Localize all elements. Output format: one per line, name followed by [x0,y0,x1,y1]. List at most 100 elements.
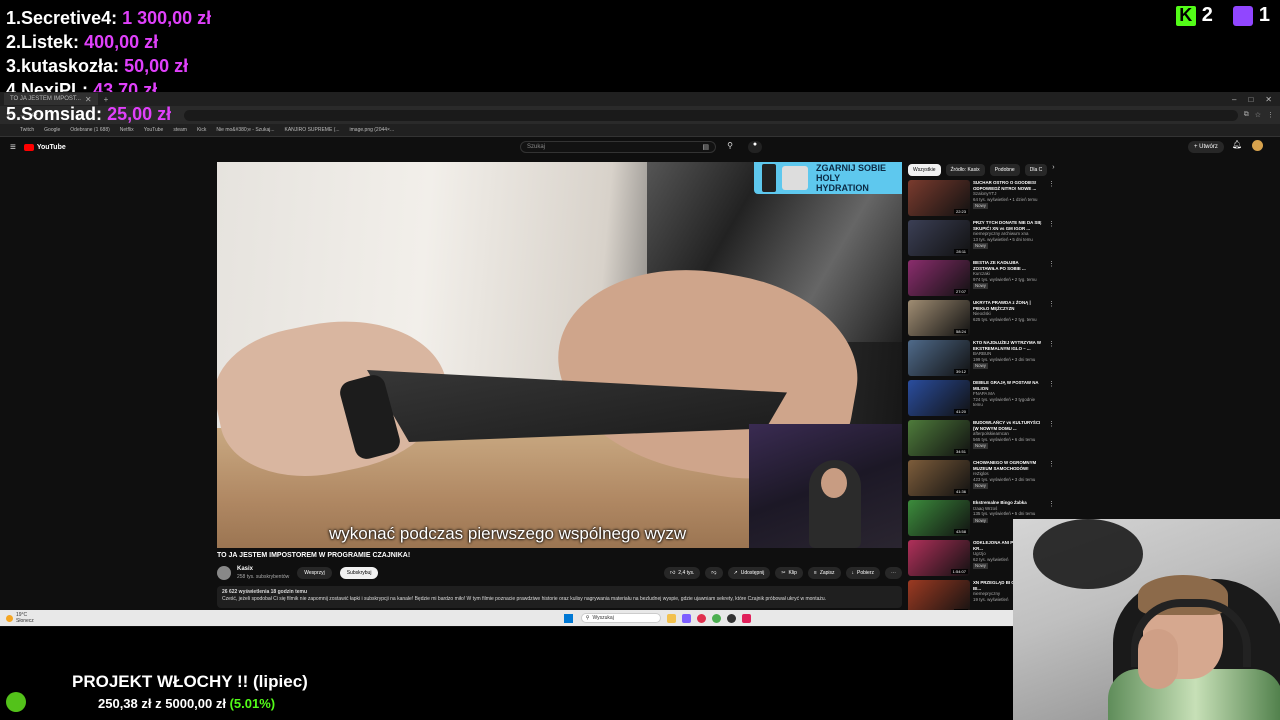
chip-all[interactable]: Wszystkie [908,164,941,176]
bookmark-item[interactable]: KANJIRO SUPREME (... [285,127,340,133]
avatar[interactable] [1252,140,1263,151]
chip-for-you[interactable]: Dla C [1024,164,1048,176]
recommendation-title[interactable]: BUDOWLAŃCY vs KULTURYŚCI (W NOWYM DOMU .… [973,420,1045,431]
recommendation-title[interactable]: BESTIA ZE KADŁUBA ZOSTAWIŁA PO SOBIE ... [973,260,1045,271]
share-button[interactable]: ↗ Udostępnij [727,567,771,579]
recommendation-item[interactable]: 41:36 CHOWANEGO W OGROMNYM MUZEUM SAMOCHO… [908,460,1058,497]
channel-avatar[interactable] [217,566,231,580]
recommendation-thumbnail[interactable]: 1:54:07 [908,540,970,576]
channel-name[interactable]: Kasix [237,565,289,573]
recommendation-thumbnail[interactable]: 41:36 [908,460,970,496]
extensions-icon[interactable]: ⧉ [1244,111,1249,119]
opera-icon[interactable] [696,613,706,623]
browser-app-icon[interactable] [681,613,691,623]
bookmark-item[interactable]: Odebrane (1 688) [70,127,109,133]
recommendation-thumbnail[interactable]: 27:07 [908,260,970,296]
recommendation-thumbnail[interactable]: 22:23 [908,180,970,216]
recommendation-title[interactable]: DEBILE GRAJĄ W POSTAW NA MILION [973,380,1045,391]
video-subtitle: wykonać podczas pierwszego wspólnego wyz… [329,524,687,543]
download-icon: ↓ [851,570,855,576]
views-and-date: 26 622 wyświetlenia 18 godzin temu [222,589,308,595]
recommendation-title[interactable]: PRZY TYCH DONATE NIE DA SIĘ SKUPIĆ! XN v… [973,220,1045,231]
search-input[interactable]: Szukaj ▤ [520,141,716,153]
keyboard-icon[interactable]: ▤ [702,143,709,151]
recommendation-item[interactable]: 39:12 KTO NAJDŁUŻEJ WYTRZYMA W EKSTREMALN… [908,340,1058,377]
recommendation-thumbnail[interactable]: 28:11 [908,220,970,256]
recommendation-item[interactable]: 28:11 PRZY TYCH DONATE NIE DA SIĘ SKUPIĆ!… [908,220,1058,257]
like-button[interactable]: 👍︎ 2,4 tys. [664,567,701,579]
bookmark-item[interactable]: image.png (2044×... [350,127,395,133]
donation-row: 5.Somsiad: 25,00 zł [6,104,172,124]
twitch-viewer-count: 1 [1232,4,1270,27]
tiktok-icon[interactable] [741,613,751,623]
chip-source[interactable]: Źródło: Kasix [945,164,985,176]
streamer-webcam [1013,519,1280,720]
more-options-icon[interactable]: ⋮ [1048,420,1055,457]
chevron-right-icon[interactable]: › [1052,164,1054,176]
recommendation-item[interactable]: 22:23 SUCHAR OSTRO O GOODIES! ODPOWIEDŹ N… [908,180,1058,217]
recommendation-item[interactable]: 34:51 BUDOWLAŃCY vs KULTURYŚCI (W NOWYM D… [908,420,1058,457]
recommendation-item[interactable]: 41:20 DEBILE GRAJĄ W POSTAW NA MILION FNAP… [908,380,1058,417]
file-explorer-icon[interactable] [666,613,676,623]
new-badge: Nowy [973,517,988,523]
bookmark-item[interactable]: steam [173,127,187,133]
recommendation-text: PRZY TYCH DONATE NIE DA SIĘ SKUPIĆ! XN v… [973,220,1045,257]
ad-banner[interactable]: ZGARNIJ SOBIE HOLY HYDRATION [754,162,902,194]
create-button[interactable]: + Utwórz [1188,141,1224,153]
obs-icon[interactable] [726,613,736,623]
more-options-icon[interactable]: ⋮ [1048,260,1055,297]
more-options-icon[interactable]: ⋮ [1048,380,1055,417]
sun-icon [6,614,13,622]
browser-menu-icon[interactable]: ⋮ [1267,111,1274,119]
more-actions-button[interactable]: ⋯ [885,567,902,579]
thumbs-down-icon: 👎︎ [711,570,717,576]
close-window-icon[interactable]: ✕ [1265,95,1272,104]
bookmark-star-icon[interactable]: ☆ [1255,111,1261,119]
weather-widget[interactable]: 19°C Słonecz [6,612,34,624]
recommendation-thumbnail[interactable]: 34:51 [908,420,970,456]
chrome-icon[interactable] [711,613,721,623]
subscribe-button[interactable]: Subskrybuj [339,567,379,579]
more-options-icon[interactable]: ⋮ [1048,220,1055,257]
chip-similar[interactable]: Podobne [989,164,1020,176]
notifications-icon[interactable]: 🔔︎ [1232,140,1242,149]
microphone-icon[interactable]: ● [748,141,762,153]
download-button[interactable]: ↓ Pobierz [845,567,880,579]
dislike-button[interactable]: 👎︎ [705,567,723,579]
support-button[interactable]: Wesprzyj [297,567,332,579]
video-player[interactable]: ZGARNIJ SOBIE HOLY HYDRATION wykonać pod… [217,162,902,548]
bookmark-item[interactable]: YouTube [144,127,164,133]
youtube-logo[interactable]: YouTube [23,143,66,151]
hamburger-menu-icon[interactable]: ≡ [10,142,16,153]
recommendation-title[interactable]: CHOWANEGO W OGROMNYM MUZEUM SAMOCHODÓW! [973,460,1045,471]
bookmark-item[interactable]: Twitch [20,127,34,133]
recommendation-title[interactable]: UKRYTA PRAWDA z ŻONĄ | PIEKŁO MĘŻCZYZN [973,300,1045,311]
recommendation-thumbnail[interactable]: 41:20 [908,380,970,416]
clip-button[interactable]: ✂ Klip [775,567,803,579]
more-options-icon[interactable]: ⋮ [1048,340,1055,377]
more-options-icon[interactable]: ⋮ [1048,300,1055,337]
bookmark-item[interactable]: Kick [197,127,206,133]
recommendation-thumbnail[interactable]: 39:12 [908,340,970,376]
search-icon[interactable]: ⚲ [722,141,738,153]
save-button[interactable]: ≡ Zapisz [807,567,841,579]
taskbar-search[interactable]: ⚲ Wyszukaj [580,613,661,623]
bookmark-item[interactable]: Nie mo&#380;e - Szukaj... [216,127,274,133]
maximize-icon[interactable]: □ [1248,95,1253,104]
bookmark-item[interactable]: Netflix [120,127,134,133]
recommendation-thumbnail[interactable]: 43:58 [908,500,970,536]
more-options-icon[interactable]: ⋮ [1048,460,1055,497]
url-input[interactable] [183,109,1238,121]
video-description[interactable]: 26 622 wyświetlenia 18 godzin temu Cześć… [217,586,902,608]
recommendation-title[interactable]: KTO NAJDŁUŻEJ WYTRZYMA W EKSTREMALNYM IG… [973,340,1045,351]
kick-icon: K [1175,5,1196,26]
recommendation-title[interactable]: SUCHAR OSTRO O GOODIES! ODPOWIEDŹ NITRO!… [973,180,1045,191]
windows-taskbar: 19°C Słonecz ⚲ Wyszukaj [0,610,1013,626]
recommendation-item[interactable]: 27:07 BESTIA ZE KADŁUBA ZOSTAWIŁA PO SOBI… [908,260,1058,297]
recommendation-item[interactable]: 58:24 UKRYTA PRAWDA z ŻONĄ | PIEKŁO MĘŻCZ… [908,300,1058,337]
bookmark-item[interactable]: Google [44,127,60,133]
more-options-icon[interactable]: ⋮ [1048,180,1055,217]
windows-start-icon[interactable] [563,613,573,623]
recommendation-thumbnail[interactable]: 58:24 [908,300,970,336]
minimize-icon[interactable]: – [1232,95,1236,104]
